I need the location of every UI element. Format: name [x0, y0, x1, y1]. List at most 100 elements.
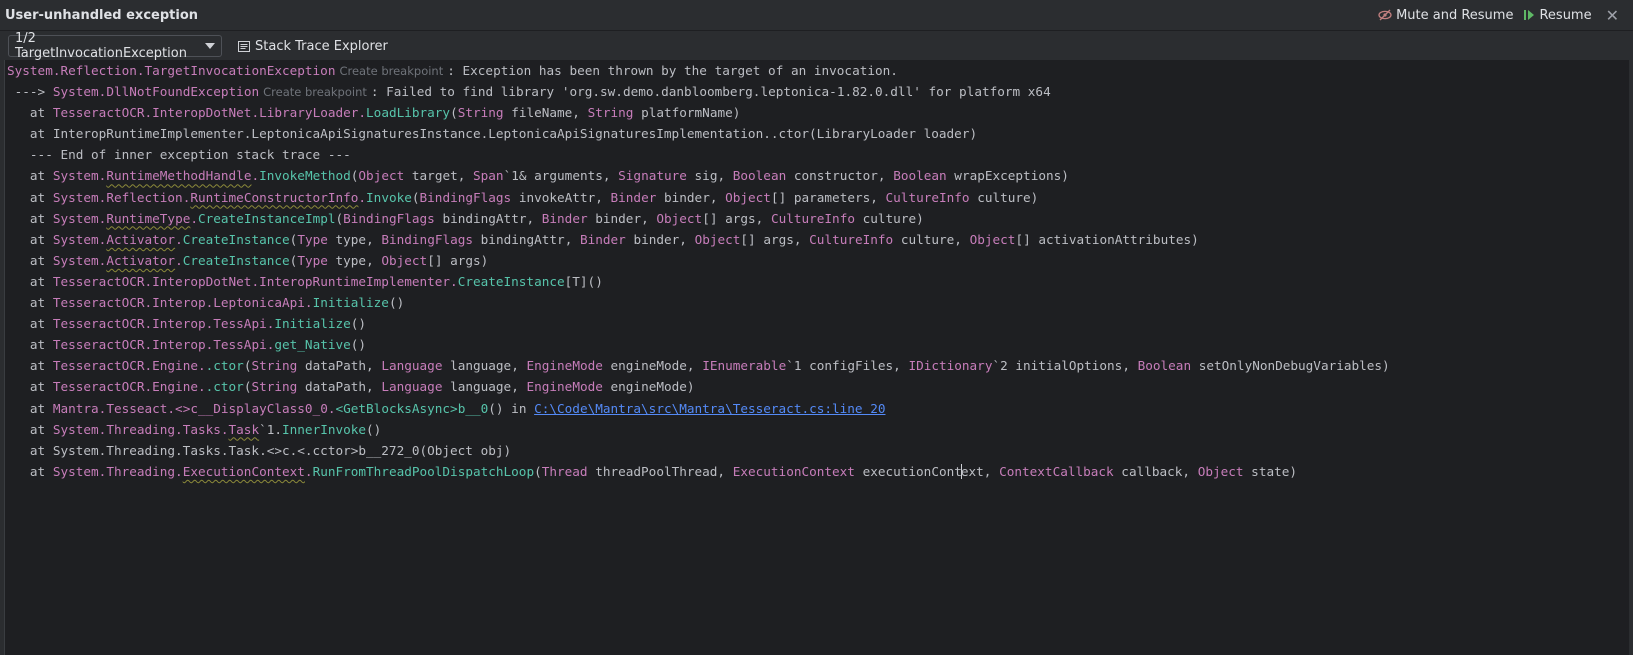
method-name[interactable]: InnerInvoke	[282, 422, 366, 437]
method-name[interactable]: CreateInstance	[183, 232, 290, 247]
param-name: invokeAttr,	[511, 189, 611, 205]
dot: .	[358, 105, 367, 121]
class-name[interactable]: RuntimeConstructorInfo	[190, 190, 358, 205]
param-name: executionCont	[854, 463, 962, 479]
signature: ()	[366, 421, 382, 437]
trace-line: at System.Threading.Tasks.Task.<>c.<.cct…	[7, 442, 512, 458]
param-type: ContextCallback	[999, 463, 1114, 479]
resume-button[interactable]: Resume	[1523, 7, 1592, 23]
close-icon[interactable]: ✕	[1606, 6, 1619, 25]
generic-suffix: `1.	[259, 421, 283, 437]
source-file-link[interactable]: C:\Code\Mantra\src\Mantra\Tesseract.cs:l…	[534, 401, 885, 416]
mute-and-resume-button[interactable]: Mute and Resume	[1378, 8, 1513, 23]
class-name[interactable]: Activator	[106, 232, 175, 247]
method-name[interactable]: CreateInstanceImpl	[198, 211, 336, 226]
title-bar: User-unhandled exception Mute and Resume…	[0, 0, 1633, 31]
trace-line: at TesseractOCR.Engine..ctor(String data…	[5, 376, 1629, 397]
class-name[interactable]: Task	[229, 422, 260, 437]
namespace[interactable]: TesseractOCR.InteropDotNet.InteropRuntim…	[53, 274, 458, 289]
trace-line: --- End of inner exception stack trace -…	[7, 147, 351, 163]
namespace: System.	[52, 252, 107, 268]
param-type: String	[251, 379, 298, 395]
param-name: engineMode)	[602, 379, 695, 395]
method-name[interactable]: CreateInstance	[458, 274, 565, 289]
stack-trace-console[interactable]: System.Reflection. TargetInvocationExcept…	[4, 60, 1629, 655]
method-name[interactable]: LoadLibrary	[366, 105, 450, 120]
trace-line: at System.Activator.CreateInstance(Type …	[5, 250, 1629, 271]
namespace[interactable]: TesseractOCR.Engine.	[53, 379, 206, 394]
method-name[interactable]: CreateInstance	[183, 253, 290, 268]
method-name[interactable]: <GetBlocksAsync>b__0	[335, 401, 488, 416]
class-name[interactable]: RuntimeMethodHandle	[106, 168, 251, 183]
exception-select[interactable]: 1/2 TargetInvocationException	[8, 31, 222, 61]
stack-trace-explorer-button[interactable]: Stack Trace Explorer	[238, 39, 388, 54]
at: at	[7, 463, 53, 479]
param-name: language,	[442, 358, 527, 374]
at: at	[7, 189, 53, 205]
method-name[interactable]: .ctor	[206, 379, 244, 394]
param-type: EngineMode	[526, 358, 603, 374]
param-name: [] parameters,	[770, 189, 886, 205]
param-type: Language	[381, 379, 443, 395]
resume-label: Resume	[1539, 7, 1592, 23]
param-name: `1 configFiles,	[786, 358, 909, 374]
method-name[interactable]: Initialize	[313, 295, 389, 310]
method-name[interactable]: RunFromThreadPoolDispatchLoop	[313, 464, 535, 479]
namespace: System.	[52, 210, 107, 226]
exception-type[interactable]: DllNotFoundException	[106, 84, 259, 99]
trace-line: at Mantra.Tesseact.<>c__DisplayClass0_0.…	[5, 398, 1629, 419]
param-name: language,	[442, 379, 527, 395]
method-name[interactable]: get_Native	[274, 337, 350, 352]
namespace: System.Threading.Tasks.	[52, 421, 229, 437]
param-name: type,	[327, 231, 382, 247]
param-name: target,	[404, 168, 474, 184]
namespace[interactable]: TesseractOCR.Interop.TessApi.	[53, 337, 275, 352]
trace-line: at TesseractOCR.InteropDotNet.LibraryLoa…	[5, 102, 1629, 123]
class-name[interactable]: Activator	[106, 253, 175, 268]
at: at	[7, 316, 53, 332]
param-name: [] args,	[740, 231, 810, 247]
namespace: System.Reflection.	[52, 189, 191, 205]
param-name: ext,	[960, 463, 1000, 479]
signature: ()	[350, 316, 367, 332]
namespace[interactable]: TesseractOCR.Interop.LeptonicaApi.	[53, 295, 313, 310]
at: at	[7, 231, 53, 247]
title-actions: Mute and Resume Resume ✕	[1368, 0, 1633, 30]
method-name[interactable]: Initialize	[274, 316, 350, 331]
param-type: IDictionary	[908, 358, 993, 374]
param-type: String	[587, 105, 634, 121]
class-name[interactable]: RuntimeType	[106, 211, 190, 226]
eye-crossed-icon	[1378, 9, 1392, 21]
signature: ()	[388, 295, 405, 311]
class-name[interactable]: ExecutionContext	[183, 464, 305, 479]
namespace[interactable]: TesseractOCR.Interop.TessApi.	[53, 316, 275, 331]
create-breakpoint-link[interactable]: Create breakpoint	[263, 85, 367, 99]
class-name[interactable]: LibraryLoader	[259, 105, 358, 120]
namespace[interactable]: TesseractOCR.Engine.	[53, 358, 206, 373]
at: at	[7, 252, 53, 268]
exception-toolbar: 1/2 TargetInvocationException Stack Trac…	[0, 31, 1633, 61]
create-breakpoint-link[interactable]: Create breakpoint	[339, 64, 443, 78]
dot: .	[190, 210, 198, 226]
param-name: setOnlyNonDebugVariables)	[1191, 358, 1390, 374]
method-name[interactable]: .ctor	[206, 358, 244, 373]
param-type: Object	[358, 168, 405, 184]
param-name: binder,	[587, 210, 657, 226]
param-name: engineMode,	[602, 358, 703, 374]
signature: ()	[350, 337, 367, 353]
param-type: BindingFlags	[419, 189, 512, 205]
signature: () in	[488, 400, 535, 416]
param-name: threadPoolThread,	[587, 463, 733, 479]
namespace[interactable]: Mantra.Tesseact.<>c__DisplayClass0_0.	[53, 401, 336, 416]
exception-type[interactable]: TargetInvocationException	[145, 63, 336, 78]
method-name[interactable]: Invoke	[366, 190, 412, 205]
param-name: callback,	[1113, 463, 1198, 479]
param-name: type,	[327, 252, 382, 268]
param-name: binder,	[656, 189, 726, 205]
param-name: culture,	[893, 231, 970, 247]
method-name[interactable]: InvokeMethod	[259, 168, 351, 183]
param-name: platformName)	[633, 105, 741, 121]
param-type: ExecutionContext	[732, 463, 855, 479]
param-name: bindingAttr,	[473, 231, 580, 247]
param-type: CultureInfo	[809, 231, 894, 247]
